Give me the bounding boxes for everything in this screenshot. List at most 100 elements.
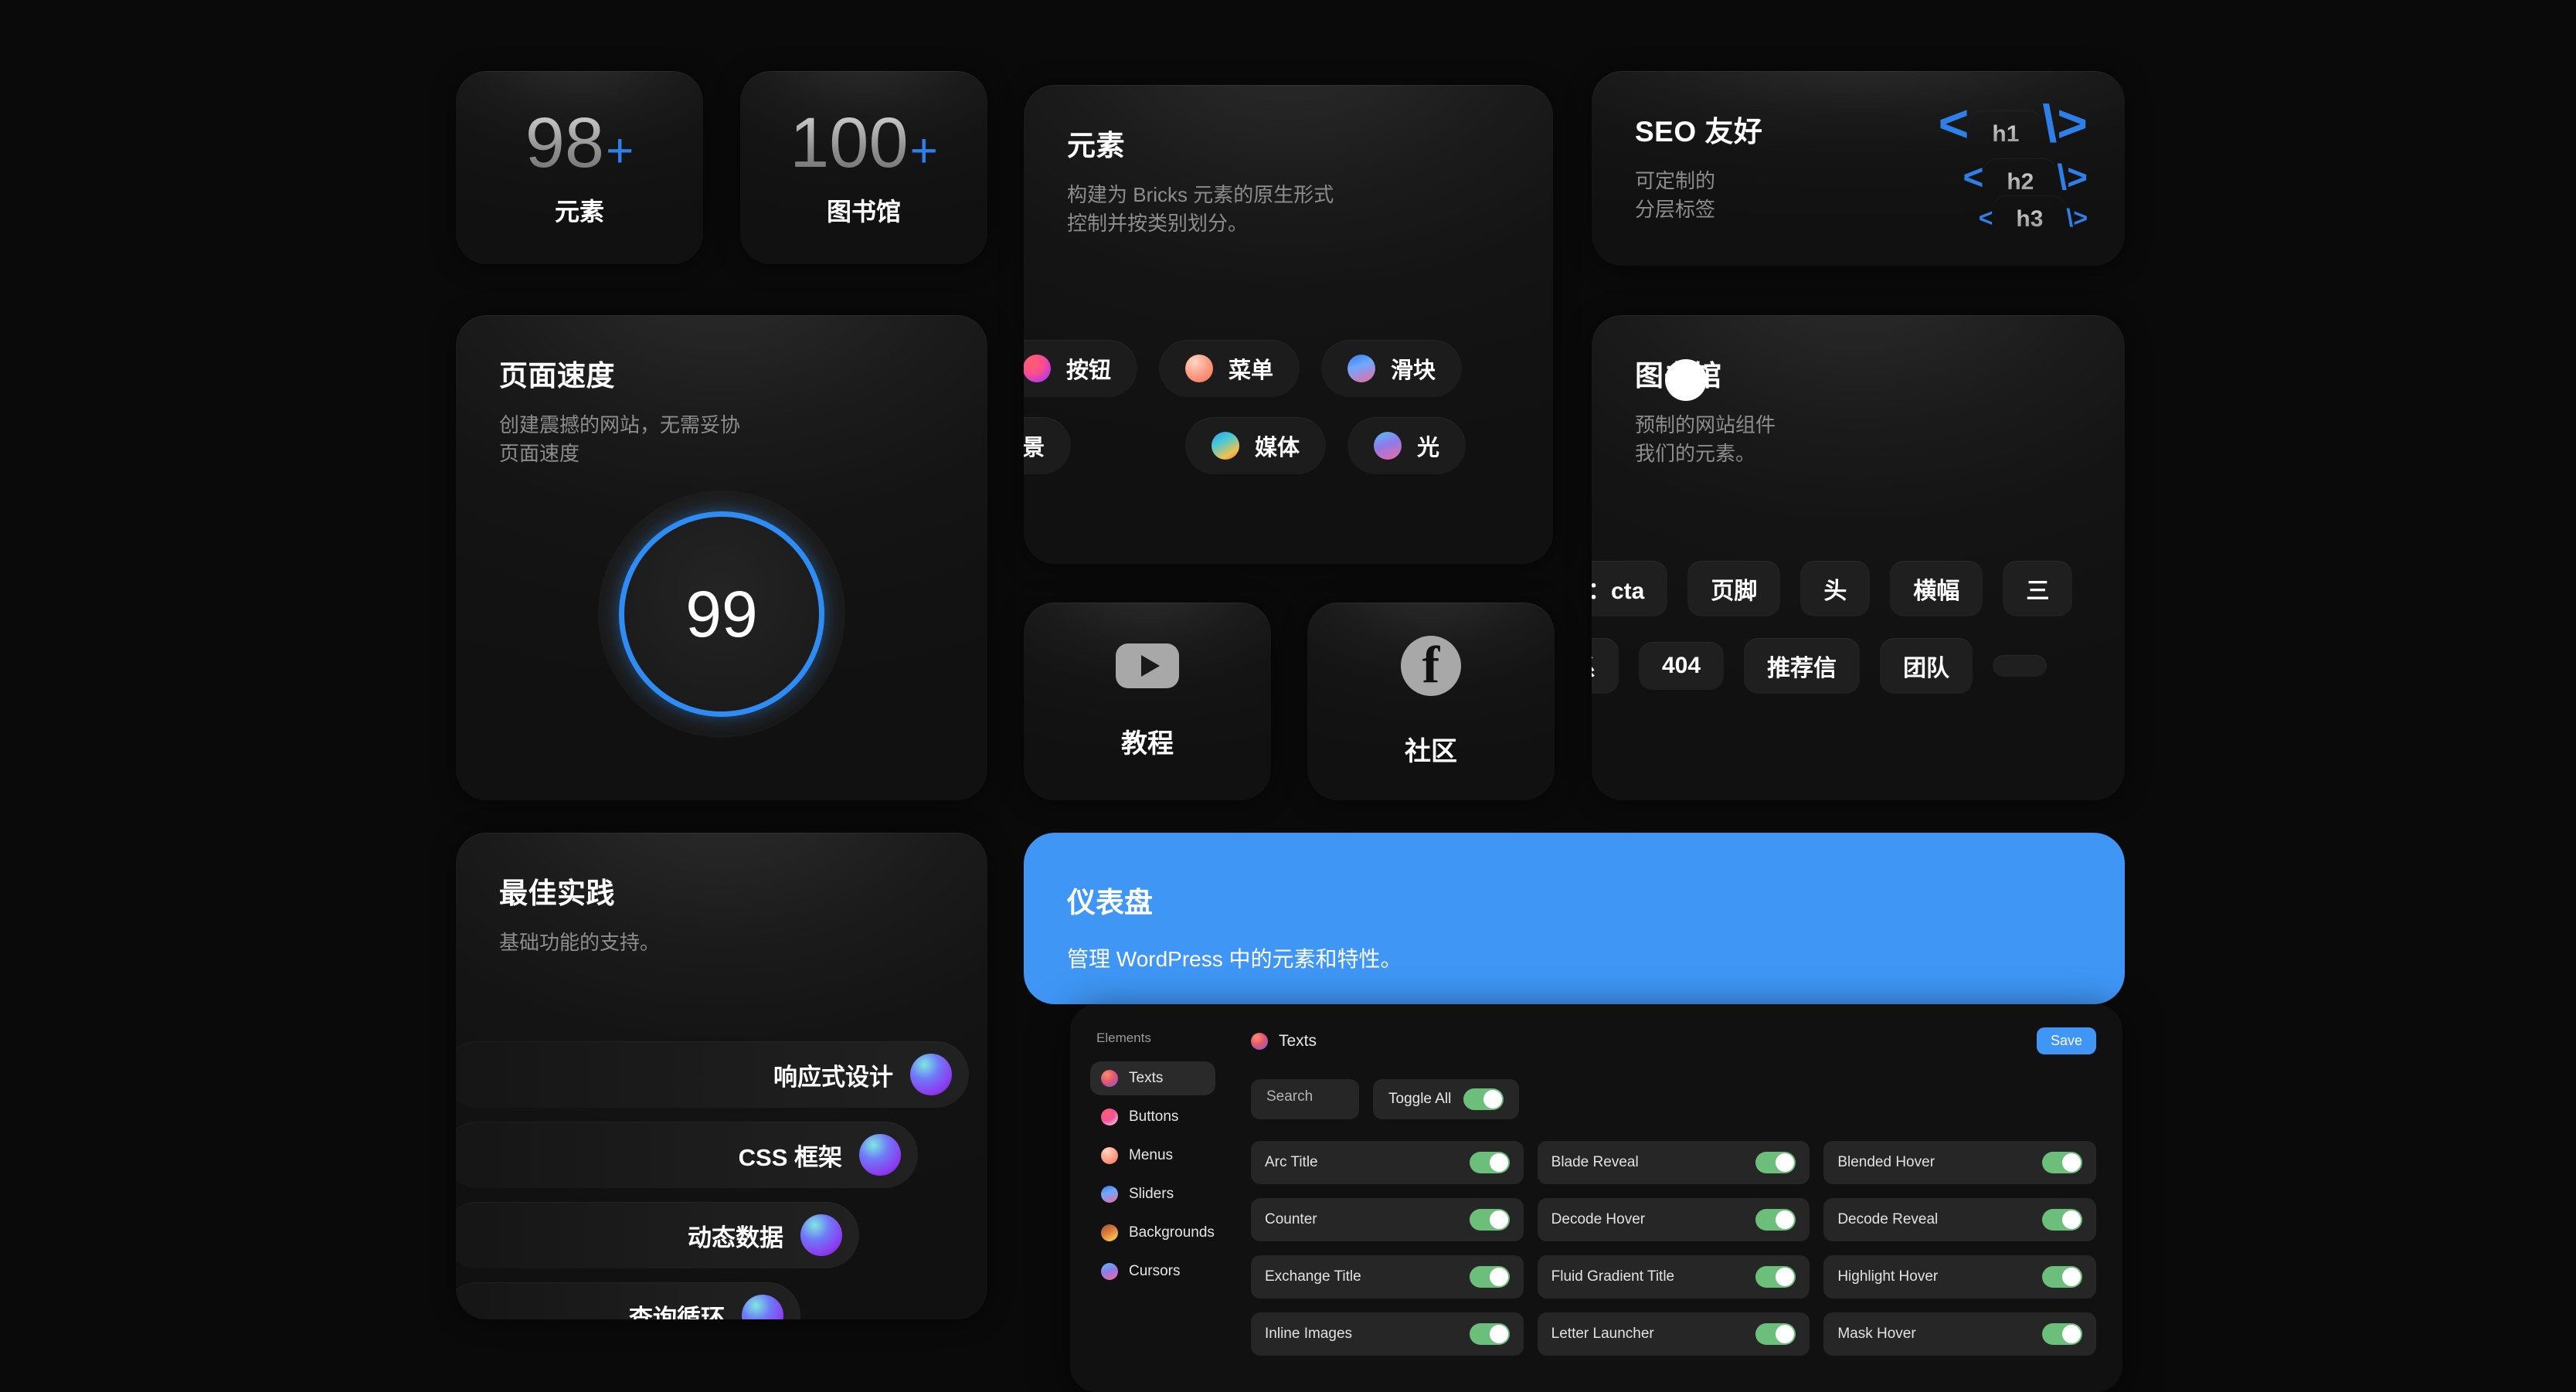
feature-switch[interactable]: [1469, 1152, 1510, 1173]
page-root: 98 + 元素 100 + 图书馆 元素 构建为 Bricks 元素的原生形式 …: [0, 0, 2576, 1392]
dashboard-main-header: Texts Save: [1251, 1027, 2096, 1054]
element-pill-row-1: 按钮 菜单 滑块: [1024, 340, 1463, 397]
feature-label: Mask Hover: [1837, 1326, 1916, 1342]
feature-row[interactable]: Counter: [1251, 1198, 1524, 1241]
feature-label: Blended Hover: [1837, 1154, 1935, 1170]
seo-code-line-h2: < h2 \>: [1939, 159, 2088, 195]
feature-row[interactable]: Mask Hover: [1823, 1312, 2096, 1356]
feature-label: Counter: [1265, 1211, 1317, 1227]
sidebar-heading: Elements: [1096, 1030, 1151, 1045]
element-pill-label: 菜单: [1229, 358, 1274, 383]
seo-code-illustration: < h1 \> < h2 \> < h3 \>: [1939, 97, 2088, 231]
youtube-icon: [1116, 643, 1179, 688]
feature-row[interactable]: Blade Reveal: [1537, 1141, 1810, 1184]
feature-switch[interactable]: [1469, 1323, 1510, 1345]
feature-label: Highlight Hover: [1837, 1268, 1939, 1285]
element-pill-background[interactable]: 背景: [1024, 417, 1072, 474]
sidebar-item-cursors[interactable]: Cursors: [1090, 1254, 1215, 1288]
feature-switch[interactable]: [2041, 1323, 2082, 1345]
gauge-ring: 99: [599, 491, 845, 737]
best-practice-item[interactable]: 查询循环: [456, 1282, 800, 1319]
tutorials-card[interactable]: 教程: [1024, 603, 1271, 800]
library-tag-row-2: 联系 404 推荐信 团队: [1592, 638, 2048, 694]
toggle-all-switch[interactable]: [1463, 1088, 1504, 1110]
feature-row[interactable]: Fluid Gradient Title: [1537, 1255, 1810, 1299]
feature-row[interactable]: Highlight Hover: [1823, 1255, 2096, 1299]
sidebar-item-label: Buttons: [1129, 1109, 1179, 1125]
toggle-all-control[interactable]: Toggle All: [1373, 1079, 1520, 1119]
element-pill-label: 媒体: [1255, 436, 1300, 460]
sidebar-item-texts[interactable]: Texts: [1090, 1061, 1215, 1095]
save-button[interactable]: Save: [2036, 1027, 2096, 1054]
stat-value-row: 100 +: [790, 107, 938, 178]
library-tag[interactable]: 404: [1639, 642, 1725, 690]
feature-switch[interactable]: [1755, 1323, 1796, 1345]
feature-switch[interactable]: [2041, 1209, 2082, 1231]
dashboard-subtitle: 管理 WordPress 中的元素和特性。: [1067, 947, 1402, 971]
element-pill-light[interactable]: 光: [1347, 417, 1466, 474]
library-tag[interactable]: 三: [2003, 561, 2073, 616]
feature-switch[interactable]: [2041, 1152, 2082, 1173]
element-pill-slider[interactable]: 滑块: [1321, 340, 1463, 397]
element-pill-label: 按钮: [1066, 358, 1112, 383]
feature-switch[interactable]: [1469, 1266, 1510, 1288]
feature-switch[interactable]: [1755, 1209, 1796, 1231]
gradient-orb-icon: [1101, 1147, 1118, 1164]
best-practices-card: 最佳实践 基础功能的支持。 响应式设计 CSS 框架 动态数据 查询循环: [456, 833, 987, 1319]
feature-row[interactable]: Decode Hover: [1537, 1198, 1810, 1241]
library-tag[interactable]: [1993, 655, 2048, 677]
dashboard-section-label: Texts: [1279, 1031, 1317, 1050]
elements-card: 元素 构建为 Bricks 元素的原生形式 控制并按类别划分。 按钮 菜单 滑块…: [1024, 85, 1553, 564]
library-tag[interactable]: 推荐信: [1744, 638, 1861, 694]
sidebar-item-label: Cursors: [1129, 1263, 1181, 1279]
element-pill-media[interactable]: 媒体: [1185, 417, 1327, 474]
feature-switch[interactable]: [1755, 1152, 1796, 1173]
feature-row[interactable]: Letter Launcher: [1537, 1312, 1810, 1356]
feature-row[interactable]: Arc Title: [1251, 1141, 1524, 1184]
feature-row[interactable]: Blended Hover: [1823, 1141, 2096, 1184]
element-pill-menu[interactable]: 菜单: [1159, 340, 1300, 397]
toggle-all-label: Toggle All: [1388, 1091, 1452, 1107]
stat-plus: +: [606, 124, 634, 178]
best-practice-item[interactable]: 响应式设计: [456, 1041, 969, 1108]
library-tag[interactable]: 页脚: [1687, 561, 1781, 616]
feature-switch[interactable]: [1755, 1266, 1796, 1288]
feature-switch[interactable]: [2041, 1266, 2082, 1288]
dashboard-card: 仪表盘 管理 WordPress 中的元素和特性。: [1024, 833, 2125, 1004]
sidebar-item-sliders[interactable]: Sliders: [1090, 1177, 1215, 1211]
seo-card: SEO 友好 可定制的 分层标签 < h1 \> < h2 \> < h3 \>: [1592, 71, 2125, 266]
search-input[interactable]: Search: [1251, 1079, 1359, 1119]
element-pill-label: 光: [1417, 436, 1440, 460]
sidebar-item-menus[interactable]: Menus: [1090, 1139, 1215, 1173]
library-tag-row-1: 文是：cta 页脚 头 横幅 三: [1592, 561, 2073, 616]
gradient-orb-icon: [1374, 432, 1402, 460]
element-pill-button[interactable]: 按钮: [1024, 340, 1138, 397]
dashboard-controls: Search Toggle All: [1251, 1079, 2096, 1119]
library-tag[interactable]: 横幅: [1890, 561, 1983, 616]
sidebar-item-buttons[interactable]: Buttons: [1090, 1100, 1215, 1134]
element-pill-row-2: 背景 媒体 光: [1024, 417, 1466, 474]
gradient-orb-icon: [859, 1134, 901, 1176]
sidebar-item-backgrounds[interactable]: Backgrounds: [1090, 1216, 1215, 1250]
library-tag[interactable]: 团队: [1880, 638, 1973, 694]
elements-card-title: 元素: [1067, 130, 1125, 161]
community-card[interactable]: 社区: [1307, 603, 1555, 800]
library-tag[interactable]: 联系: [1592, 638, 1619, 694]
gauge-score: 99: [685, 577, 758, 650]
best-practices-title: 最佳实践: [499, 878, 615, 909]
feature-row[interactable]: Decode Reveal: [1823, 1198, 2096, 1241]
feature-row[interactable]: Exchange Title: [1251, 1255, 1524, 1299]
best-practice-label: 动态数据: [688, 1224, 783, 1251]
library-tag[interactable]: 头: [1800, 561, 1871, 616]
feature-row[interactable]: Inline Images: [1251, 1312, 1524, 1356]
sidebar-item-label: Texts: [1129, 1070, 1164, 1086]
stat-number: 100: [790, 104, 909, 182]
best-practice-item[interactable]: CSS 框架: [456, 1122, 918, 1188]
community-label: 社区: [1405, 736, 1457, 766]
best-practice-item[interactable]: 动态数据: [456, 1202, 859, 1268]
library-tag[interactable]: 文是：cta: [1592, 561, 1668, 616]
feature-switch[interactable]: [1469, 1209, 1510, 1231]
stat-card-elements: 98 + 元素: [456, 71, 703, 264]
gradient-orb-icon: [910, 1054, 952, 1095]
gradient-orb-icon: [742, 1295, 783, 1319]
